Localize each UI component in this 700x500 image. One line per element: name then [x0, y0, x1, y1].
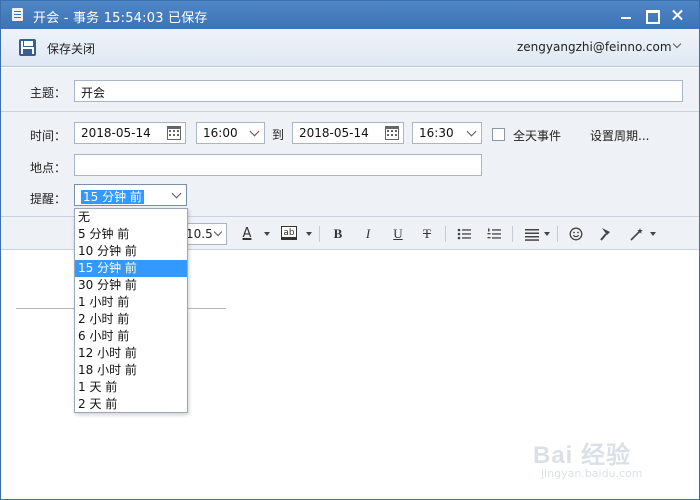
account-label[interactable]: zengyangzhi@feinno.com [517, 40, 672, 54]
reminder-value: 15 分钟 前 [81, 190, 144, 204]
chevron-down-icon[interactable] [673, 42, 681, 50]
to-label: 到 [272, 128, 285, 142]
format-painter-icon[interactable] [599, 224, 613, 244]
watermark-url: jingyan.baidu.com [541, 467, 643, 480]
align-icon[interactable] [525, 224, 539, 244]
strikethrough-icon[interactable]: T [420, 224, 434, 244]
minimize-button[interactable] [616, 5, 636, 25]
end-date-input[interactable]: 2018-05-14 [292, 122, 404, 144]
location-label: 地点： [30, 161, 67, 175]
magic-wand-icon[interactable] [629, 224, 645, 244]
chevron-down-icon [249, 126, 260, 137]
reminder-dropdown-list: 无 5 分钟 前 10 分钟 前 15 分钟 前 30 分钟 前 1 小时 前 … [74, 208, 188, 413]
reminder-select[interactable]: 15 分钟 前 [74, 184, 187, 206]
toolbar-divider [445, 226, 446, 242]
window-title: 开会 - 事务 15:54:03 已保存 [33, 11, 208, 26]
emoji-icon[interactable] [569, 224, 583, 244]
reminder-option[interactable]: 10 分钟 前 [75, 243, 187, 260]
highlight-icon[interactable]: ab [281, 226, 297, 240]
toolbar-divider [557, 226, 558, 242]
reminder-option[interactable]: 2 天 前 [75, 396, 187, 413]
watermark-text: Bai 经验 [533, 442, 632, 469]
reminder-option[interactable]: 1 小时 前 [75, 294, 187, 311]
start-date-input[interactable]: 2018-05-14 [74, 122, 186, 144]
start-time-value: 16:00 [203, 126, 238, 140]
font-size-value: 10.5 [186, 227, 213, 241]
bullet-list-icon[interactable] [457, 224, 471, 244]
start-date-value: 2018-05-14 [81, 126, 151, 140]
bold-icon[interactable]: B [331, 224, 345, 244]
time-label: 时间： [30, 129, 67, 143]
calendar-icon[interactable] [385, 126, 399, 140]
italic-icon[interactable]: I [361, 224, 375, 244]
reminder-option[interactable]: 12 小时 前 [75, 345, 187, 362]
reminder-label: 提醒： [30, 192, 67, 206]
all-day-label: 全天事件 [513, 129, 562, 143]
chevron-down-icon [466, 126, 477, 137]
close-button[interactable] [667, 5, 687, 25]
recurrence-link[interactable]: 设置周期... [590, 127, 649, 144]
toolbar-divider [319, 226, 320, 242]
reminder-option[interactable]: 18 小时 前 [75, 362, 187, 379]
maximize-button[interactable] [641, 5, 661, 25]
calendar-icon[interactable] [167, 126, 181, 140]
subject-input[interactable]: 开会 [74, 80, 683, 102]
reminder-option[interactable]: 5 分钟 前 [75, 226, 187, 243]
document-icon [12, 8, 23, 21]
highlight-dropdown-icon[interactable] [306, 232, 312, 236]
reminder-option-selected[interactable]: 15 分钟 前 [75, 260, 187, 277]
start-time-select[interactable]: 16:00 [196, 122, 265, 144]
chevron-down-icon [213, 227, 223, 237]
reminder-option[interactable]: 6 小时 前 [75, 328, 187, 345]
font-size-select[interactable]: 10.5 [182, 223, 227, 245]
subject-label: 主题： [30, 86, 67, 100]
end-date-value: 2018-05-14 [299, 126, 369, 140]
subject-row: 主题： 开会 [1, 68, 699, 112]
chevron-down-icon [171, 188, 182, 199]
toolbar-divider [512, 226, 513, 242]
reminder-option[interactable]: 无 [75, 209, 187, 226]
title-bar: 开会 - 事务 15:54:03 已保存 [1, 1, 699, 29]
baidu-watermark: Bai 经验 jingyan.baidu.com [529, 425, 669, 485]
all-day-checkbox[interactable] [492, 128, 505, 141]
font-color-icon[interactable]: A [240, 224, 254, 244]
save-close-button[interactable]: 保存关闭 [47, 40, 95, 57]
save-icon[interactable] [19, 39, 36, 56]
underline-icon[interactable]: U [391, 224, 405, 244]
main-toolbar: 保存关闭 zengyangzhi@feinno.com [1, 29, 699, 67]
end-time-value: 16:30 [419, 126, 454, 140]
location-input[interactable] [74, 154, 482, 176]
reminder-option[interactable]: 1 天 前 [75, 379, 187, 396]
reminder-option[interactable]: 30 分钟 前 [75, 277, 187, 294]
event-window: 开会 - 事务 15:54:03 已保存 保存关闭 zengyangzhi@fe… [0, 0, 700, 500]
numbered-list-icon[interactable] [487, 224, 501, 244]
magic-wand-dropdown-icon[interactable] [650, 232, 656, 236]
align-dropdown-icon[interactable] [544, 232, 550, 236]
reminder-option[interactable]: 2 小时 前 [75, 311, 187, 328]
end-time-select[interactable]: 16:30 [412, 122, 482, 144]
font-color-dropdown-icon[interactable] [264, 232, 270, 236]
event-form: 主题： 开会 时间： 2018-05-14 16:00 到 2018-05-14… [1, 68, 699, 216]
